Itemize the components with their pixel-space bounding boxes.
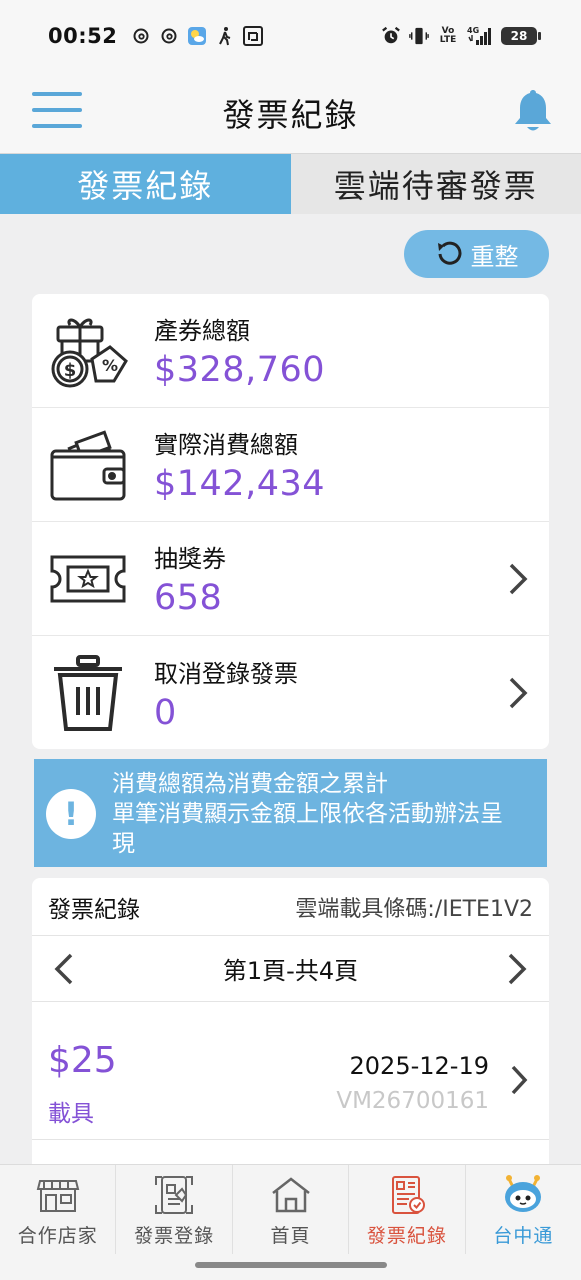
page-title: 發票紀錄	[222, 95, 359, 134]
summary-value: 658	[154, 578, 223, 618]
weather-icon	[187, 26, 207, 46]
ticket-icon	[48, 539, 128, 619]
menu-icon-line	[32, 108, 82, 112]
summary-row-coupon-total: $ % 產券總額 $328,760	[32, 294, 549, 408]
robot-mascot-icon	[505, 1175, 542, 1212]
record-amount: $25	[48, 1040, 117, 1081]
invoice-record-row[interactable]: $25 載具 2025-12-19 VM26700161	[32, 1002, 549, 1140]
status-time: 00:52	[48, 24, 118, 48]
nav-taichung-pass[interactable]: 台中通	[466, 1165, 581, 1254]
invoice-records-card: 發票紀錄 雲端載具條碼:/IETE1V2 第1頁-共4頁 $25 載具 2025…	[32, 878, 549, 1208]
signal-icon: 4G	[467, 26, 493, 46]
notice-line: 單筆消費顯示金額上限依各活動辦法呈	[112, 801, 503, 827]
nav-home[interactable]: 首頁	[233, 1165, 350, 1254]
chevron-right-icon	[509, 563, 528, 595]
svg-text:$: $	[64, 360, 77, 381]
records-header: 發票紀錄 雲端載具條碼:/IETE1V2	[32, 878, 549, 936]
summary-value: $142,434	[154, 464, 326, 504]
svg-text:4G: 4G	[467, 26, 479, 35]
menu-icon-line	[32, 124, 82, 128]
record-type: 載具	[48, 1101, 94, 1127]
records-title: 發票紀錄	[48, 896, 140, 923]
tab-bar: 發票紀錄 雲端待審發票	[0, 154, 581, 214]
summary-label: 取消登錄發票	[154, 659, 298, 688]
gesture-area	[0, 1254, 581, 1280]
record-date: 2025-12-19	[349, 1052, 489, 1080]
exclamation-icon: !	[46, 789, 96, 839]
vibrate-icon	[409, 26, 429, 46]
volte-icon: Vo LTE	[439, 26, 457, 45]
summary-value: 0	[154, 692, 177, 733]
notice-banner: ! 消費總額為消費金額之累計 單筆消費顯示金額上限依各活動辦法呈 現	[34, 759, 547, 867]
pager: 第1頁-共4頁	[32, 936, 549, 1002]
summary-text: 產券總額 $328,760	[154, 311, 325, 390]
summary-card: $ % 產券總額 $328,760 實際消費總額 $142,434 抽獎券 65…	[32, 294, 549, 749]
invoice-record-icon	[391, 1176, 425, 1214]
status-right-icons: Vo LTE 4G 28	[381, 26, 541, 46]
chevron-right-icon	[509, 677, 528, 709]
menu-icon-line	[32, 92, 82, 96]
threads-icon	[131, 26, 151, 46]
bottom-navigation: 合作店家 發票登錄 首頁 發票紀錄 台中通	[0, 1164, 581, 1254]
carrier-barcode: 雲端載具條碼:/IETE1V2	[295, 896, 533, 922]
summary-row-lottery-tickets[interactable]: 抽獎券 658	[32, 522, 549, 636]
home-icon	[271, 1177, 310, 1213]
trash-icon	[48, 653, 128, 733]
app-header: 發票紀錄	[0, 72, 581, 154]
summary-value: $328,760	[154, 350, 326, 390]
store-icon	[36, 1180, 79, 1212]
nav-label: 首頁	[270, 1225, 311, 1247]
gift-coupon-icon: $ %	[48, 311, 128, 391]
summary-label: 產券總額	[154, 317, 250, 345]
status-left-icons	[131, 26, 264, 46]
record-invoice-number: VM26700161	[336, 1088, 489, 1114]
refresh-button[interactable]: 重整	[404, 230, 549, 278]
refresh-icon	[437, 241, 461, 265]
summary-row-cancelled-invoices[interactable]: 取消登錄發票 0	[32, 636, 549, 749]
chevron-left-icon[interactable]	[52, 952, 76, 986]
refresh-label: 重整	[470, 242, 519, 271]
threads-icon	[159, 26, 179, 46]
bell-icon	[515, 90, 551, 131]
nav-label: 台中通	[493, 1225, 554, 1247]
notice-line: 現	[112, 831, 135, 857]
summary-row-actual-spending: 實際消費總額 $142,434	[32, 408, 549, 522]
notification-bell-button[interactable]	[511, 86, 555, 134]
nav-invoice-records[interactable]: 發票紀錄	[349, 1165, 466, 1254]
summary-label: 實際消費總額	[154, 431, 298, 459]
chevron-right-icon[interactable]	[505, 952, 529, 986]
summary-text: 實際消費總額 $142,434	[154, 425, 325, 504]
page-indicator: 第1頁-共4頁	[222, 957, 359, 985]
menu-button[interactable]	[32, 90, 82, 130]
chevron-right-icon	[511, 1065, 528, 1095]
wallet-icon	[48, 425, 128, 505]
invoice-scan-icon	[155, 1176, 194, 1214]
summary-text: 抽獎券 658	[154, 539, 226, 618]
app-icon	[243, 26, 264, 46]
nav-label: 合作店家	[17, 1225, 98, 1247]
status-bar: 00:52 Vo LTE 4G 28	[0, 0, 581, 72]
walking-icon	[215, 26, 235, 46]
nav-invoice-register[interactable]: 發票登錄	[116, 1165, 233, 1254]
svg-text:%: %	[102, 356, 118, 375]
tab-invoice-records[interactable]: 發票紀錄	[0, 154, 291, 214]
home-gesture-bar[interactable]	[195, 1262, 387, 1268]
battery-indicator: 28	[501, 27, 541, 45]
nav-label: 發票登錄	[134, 1225, 215, 1247]
notice-line: 消費總額為消費金額之累計	[112, 771, 388, 797]
summary-label: 抽獎券	[154, 545, 226, 573]
nav-label: 發票紀錄	[366, 1225, 447, 1247]
nav-partner-stores[interactable]: 合作店家	[0, 1165, 117, 1254]
tab-cloud-pending-invoices[interactable]: 雲端待審發票	[290, 154, 581, 214]
notice-text: 消費總額為消費金額之累計 單筆消費顯示金額上限依各活動辦法呈 現	[112, 769, 503, 859]
alarm-icon	[381, 26, 401, 46]
summary-text: 取消登錄發票 0	[154, 654, 298, 733]
